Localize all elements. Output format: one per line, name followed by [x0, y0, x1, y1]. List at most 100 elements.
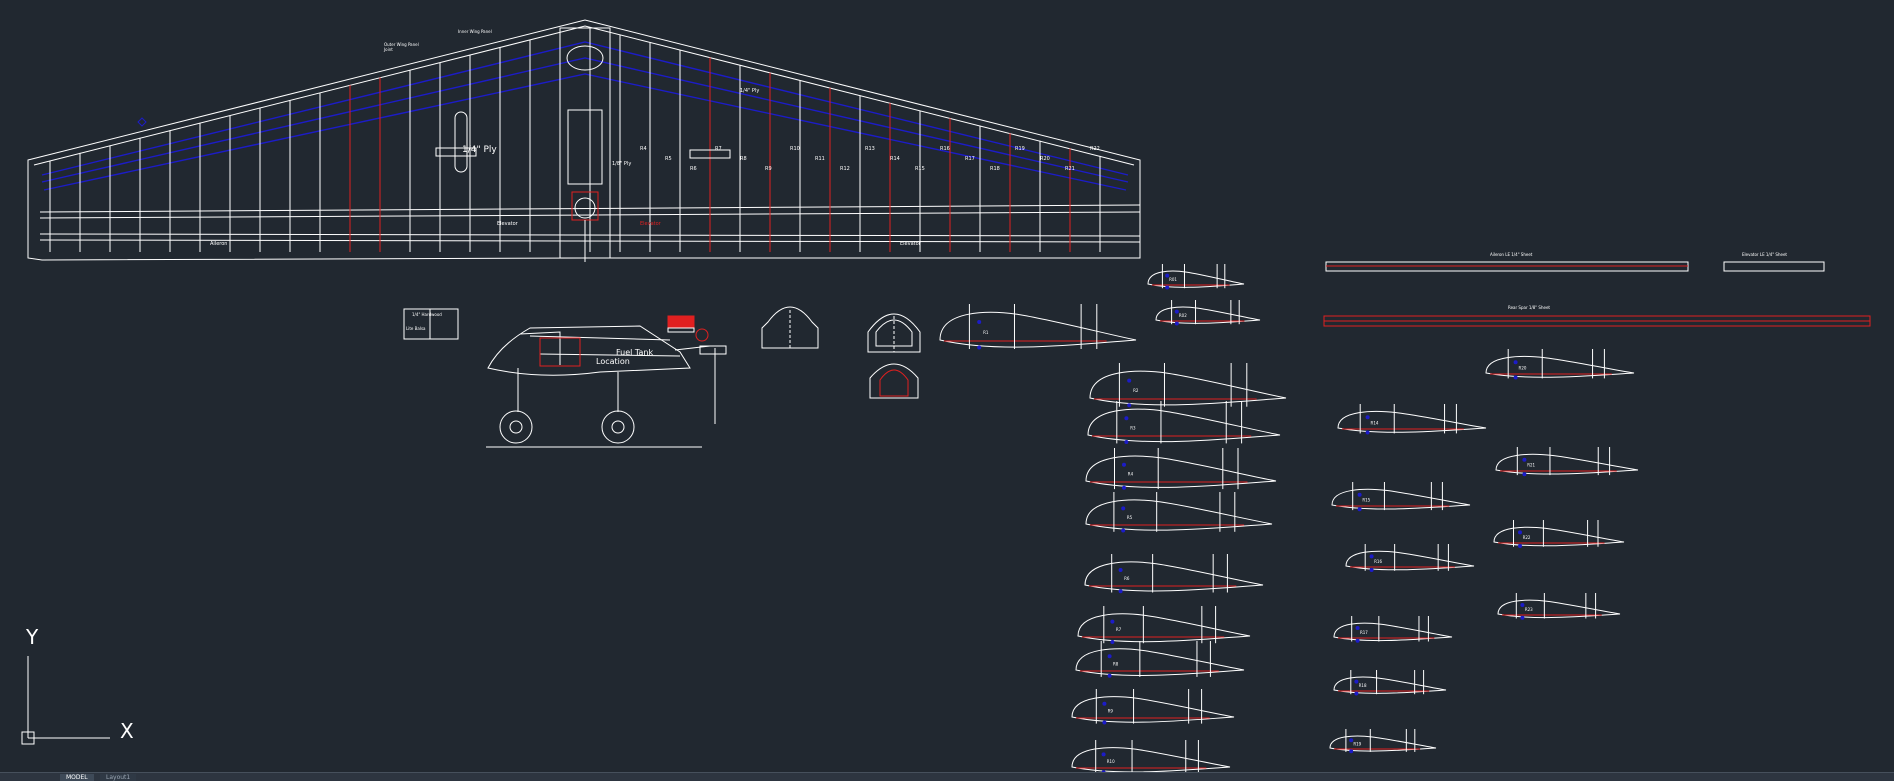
wing-spar-blue [43, 73, 1127, 191]
airfoil-rib-label: R18 [1359, 683, 1367, 688]
airfoil-rib-label: R4 [1128, 472, 1134, 477]
spar-hole [1110, 619, 1115, 624]
wing-rib-label: R12 [840, 166, 850, 172]
wing-rib-label: R14 [890, 156, 900, 162]
wing-label-ply-2: 1/8" Ply [612, 161, 631, 167]
airfoil-rib-label: R17 [1360, 630, 1368, 635]
airfoil-rib-label: R3 [1130, 425, 1136, 430]
spar-hole [1122, 462, 1126, 467]
wing-label-elevator-right: Elevator [900, 241, 922, 247]
airfoil-rib-col1-4[interactable]: R5 [1085, 492, 1273, 533]
material-box-line-2: Lite Balsa [406, 326, 426, 331]
airfoil-rib-col2-3[interactable]: R17 [1333, 616, 1453, 643]
airfoil-rib-col3-3[interactable]: R23 [1497, 593, 1621, 620]
airfoil-rib-label: R14 [1371, 420, 1379, 425]
airfoil-rib-label: R02 [1179, 313, 1187, 318]
fuselage-side-view[interactable] [486, 315, 727, 448]
wing-rib-label: R22 [1090, 146, 1100, 152]
spar-hole [1107, 654, 1112, 659]
ucs-x-label: X [120, 719, 134, 743]
model-space-canvas[interactable]: Outer Wing Panel Joint Inner Wing Panel … [0, 0, 1894, 773]
airfoil-rib-label: R16 [1374, 559, 1382, 564]
wing-rib-label: R17 [965, 156, 975, 162]
spar-hole [1101, 752, 1106, 757]
airfoil-rib-label: R9 [1108, 709, 1114, 714]
spar-hole [1357, 492, 1362, 497]
spar-hole [1174, 321, 1179, 326]
firewall-outline [571, 191, 599, 221]
wing-servo-slot [454, 111, 468, 173]
airfoil-rib-label: R8 [1113, 661, 1119, 666]
airfoil-rib-col1-7[interactable]: R8 [1075, 641, 1245, 678]
wing-rib-label: R6 [690, 166, 697, 172]
airfoil-rib-col1-8[interactable]: R9 [1071, 689, 1235, 725]
wing-rib-label: R4 [640, 146, 647, 152]
tab-layout[interactable]: Layout1 [100, 774, 137, 781]
airfoil-rib-label: R2 [1133, 388, 1139, 393]
wing-rib-label: R9 [765, 166, 772, 172]
ucs-y-label: Y [25, 625, 39, 649]
wing-rib-label: R5 [665, 156, 672, 162]
spar-hole [1118, 589, 1123, 594]
wing-label-elevator-center: Elevator [640, 221, 662, 227]
cad-application: Outer Wing Panel Joint Inner Wing Panel … [0, 0, 1894, 781]
airfoil-rib-col2-4[interactable]: R18 [1333, 670, 1447, 696]
airfoil-rib-col2-1[interactable]: R15 [1331, 482, 1471, 512]
airfoil-rib-col2-0[interactable]: R14 [1337, 404, 1487, 435]
sheet-strips: Aileron LE 1/4" Sheet Elevator LE 1/4" S… [1323, 252, 1871, 327]
wing-rib-label: R19 [1015, 146, 1025, 152]
tab-model[interactable]: MODEL [60, 774, 94, 781]
aileron-sheet-label: Aileron LE 1/4" Sheet [1490, 252, 1533, 257]
wing-planform[interactable] [27, 19, 1141, 262]
spar-hole [1513, 375, 1518, 380]
airfoil-rib-label: R15 [1362, 498, 1370, 503]
airfoil-rib-small-1[interactable]: R02 [1155, 300, 1261, 326]
wing-label-elevator: Elevator [497, 221, 519, 227]
fuel-tank-label: Fuel Tank [616, 348, 653, 357]
airfoil-rib-col1-1[interactable]: R2 [1089, 363, 1287, 408]
airfoil-rib-col3-1[interactable]: R21 [1495, 447, 1639, 477]
wing-rib-label: R18 [990, 166, 1000, 172]
wing-label-aileron: Aileron [210, 241, 227, 247]
airfoil-rib-col2-5[interactable]: R19 [1329, 729, 1437, 754]
wing-callout-outer-joint: Joint [383, 47, 393, 52]
spar-hole [1127, 403, 1132, 408]
wing-rib-label: R13 [865, 146, 875, 152]
spar-hole [1520, 603, 1525, 607]
wing-outline [27, 19, 1141, 261]
airfoil-rib-label: R5 [1127, 515, 1133, 520]
airfoil-rib-col3-2[interactable]: R22 [1493, 520, 1625, 548]
airfoil-rib-col2-2[interactable]: R16 [1345, 544, 1475, 572]
airfoil-rib-label: R20 [1519, 365, 1527, 370]
airfoil-rib-col1-0[interactable]: R1 [939, 304, 1137, 350]
wing-rib-label: R15 [915, 166, 925, 172]
spar-hole [1102, 720, 1107, 725]
spar-hole [977, 345, 982, 350]
spar-hole [1518, 544, 1522, 548]
wing-label-callout-center: 1/4" Ply [462, 145, 497, 155]
wing-rib-label: R16 [940, 146, 950, 152]
airfoil-rib-small-0[interactable]: R01 [1147, 264, 1245, 290]
spar-hole [1369, 568, 1374, 572]
airfoil-rib-col3-0[interactable]: R20 [1485, 349, 1635, 380]
wing-rib-label: R10 [790, 146, 800, 152]
spar-hole [1349, 749, 1354, 754]
spar-hole [1522, 457, 1527, 462]
airfoil-rib-col1-9[interactable]: R10 [1071, 740, 1231, 773]
spar-hole [1165, 285, 1170, 290]
spar-hole [1121, 506, 1126, 511]
airfoil-ribs[interactable]: R1 R2 R3 R4 R5 R6 R7 R8 R9 R10 R01 R02 R14 R15 R16 R17 R… [939, 264, 1639, 773]
airfoil-rib-col1-6[interactable]: R7 [1077, 606, 1251, 644]
airfoil-rib-label: R7 [1116, 627, 1122, 632]
elevator-sheet-label: Elevator LE 1/4" Sheet [1742, 252, 1787, 257]
wing-rib-label: R21 [1065, 166, 1075, 172]
spar-hole [1110, 640, 1115, 644]
bulkhead-formers[interactable] [761, 306, 921, 399]
airfoil-rib-col1-2[interactable]: R3 [1087, 401, 1281, 444]
airfoil-rib-col1-3[interactable]: R4 [1085, 448, 1277, 490]
airfoil-rib-col1-5[interactable]: R6 [1084, 554, 1264, 594]
material-box-line-1: 1/4" Hardwood [412, 312, 442, 317]
spar-hole [1118, 568, 1123, 572]
wing-rib-label: R8 [740, 156, 747, 162]
wing-rib-label: R7 [715, 146, 722, 152]
